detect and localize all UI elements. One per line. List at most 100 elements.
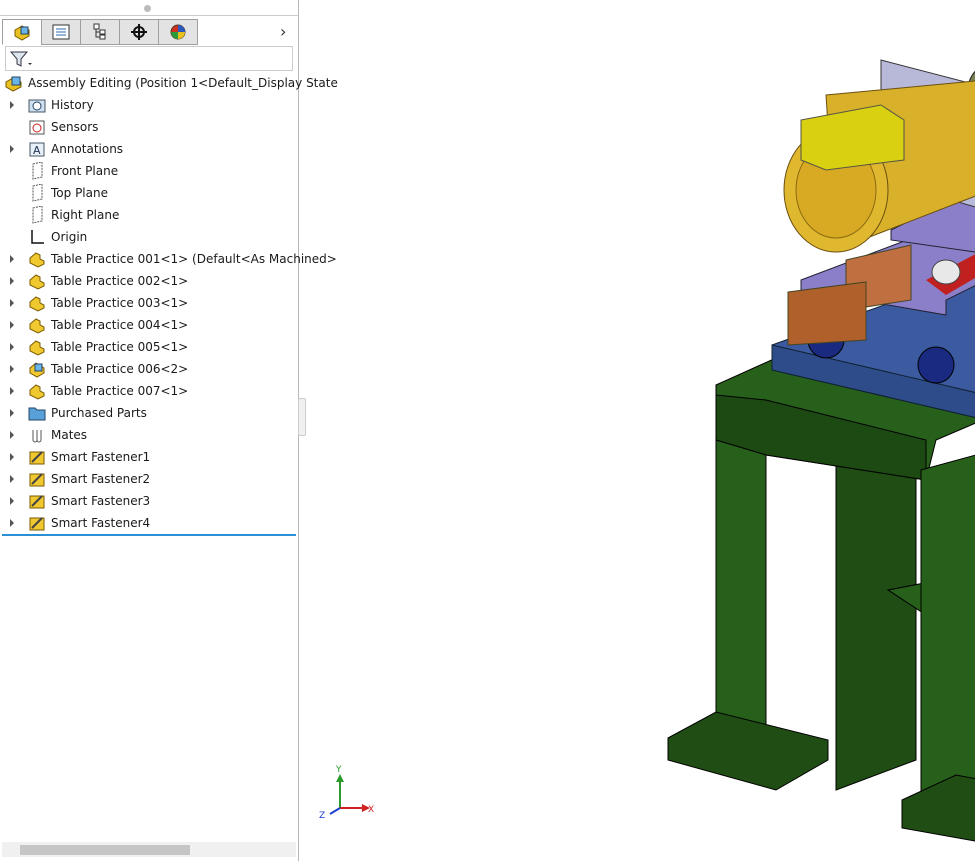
expand-arrow-icon[interactable] bbox=[10, 519, 14, 527]
rollback-bar[interactable] bbox=[2, 534, 296, 536]
tree-item-label: Table Practice 002<1> bbox=[51, 274, 189, 288]
tree-item[interactable]: Origin bbox=[0, 226, 298, 248]
annotations-icon: A bbox=[27, 140, 47, 158]
expand-arrow-icon[interactable] bbox=[10, 255, 14, 263]
expand-arrow-icon[interactable] bbox=[10, 387, 14, 395]
tree-item[interactable]: Sensors bbox=[0, 116, 298, 138]
triad-z-label: Z bbox=[319, 811, 325, 821]
expand-arrow-icon[interactable] bbox=[10, 343, 14, 351]
expand-arrow-icon[interactable] bbox=[10, 365, 14, 373]
triad-x-label: X bbox=[368, 805, 374, 815]
assembly-icon bbox=[4, 74, 24, 92]
expand-arrow-icon[interactable] bbox=[10, 431, 14, 439]
tree-item[interactable]: Smart Fastener1 bbox=[0, 446, 298, 468]
expand-arrow-icon[interactable] bbox=[10, 409, 14, 417]
triad-y-label: Y bbox=[335, 765, 342, 775]
feature-manager-panel: › Assembly Editing (Position 1<Default_D… bbox=[0, 0, 338, 861]
expand-arrow-icon[interactable] bbox=[10, 145, 14, 153]
tree-item[interactable]: Smart Fastener3 bbox=[0, 490, 298, 512]
tree-item[interactable]: A Annotations bbox=[0, 138, 298, 160]
tree-item[interactable]: Front Plane bbox=[0, 160, 298, 182]
tree-item-label: History bbox=[51, 98, 94, 112]
tree-item[interactable]: Table Practice 003<1> bbox=[0, 292, 298, 314]
smart-fastener-icon bbox=[27, 492, 47, 510]
propertymanager-icon bbox=[52, 24, 70, 40]
tree-item[interactable]: Table Practice 006<2> bbox=[0, 358, 298, 380]
displaymanager-icon bbox=[170, 24, 186, 40]
part-icon bbox=[27, 250, 47, 268]
tree-item[interactable]: Table Practice 005<1> bbox=[0, 336, 298, 358]
filter-button[interactable] bbox=[5, 46, 293, 71]
chevron-right-icon[interactable]: › bbox=[280, 22, 286, 41]
tree-item-label: Smart Fastener3 bbox=[51, 494, 151, 508]
tree-item-label: Sensors bbox=[51, 120, 99, 134]
tree-item-label: Annotations bbox=[51, 142, 124, 156]
part-icon bbox=[27, 294, 47, 312]
panel-grip[interactable] bbox=[144, 5, 151, 12]
smart-fastener-icon bbox=[27, 514, 47, 532]
expand-arrow-icon[interactable] bbox=[10, 453, 14, 461]
expand-arrow-icon[interactable] bbox=[10, 299, 14, 307]
part-icon bbox=[27, 338, 47, 356]
tree-item-label: Smart Fastener4 bbox=[51, 516, 151, 530]
expand-arrow-icon[interactable] bbox=[10, 321, 14, 329]
expand-arrow-icon[interactable] bbox=[10, 497, 14, 505]
configurationmanager-tab[interactable] bbox=[80, 19, 120, 45]
tree-item[interactable]: Right Plane bbox=[0, 204, 298, 226]
origin-icon bbox=[27, 228, 47, 246]
tree-item[interactable]: Mates bbox=[0, 424, 298, 446]
horizontal-scrollbar[interactable] bbox=[2, 842, 296, 857]
tree-item[interactable]: Table Practice 007<1> bbox=[0, 380, 298, 402]
displaymanager-tab[interactable] bbox=[158, 19, 198, 45]
smart-fastener-icon bbox=[27, 448, 47, 466]
tree-item[interactable]: History bbox=[0, 94, 298, 116]
expand-arrow-icon[interactable] bbox=[10, 101, 14, 109]
tree-item-label: Table Practice 003<1> bbox=[51, 296, 189, 310]
svg-text:A: A bbox=[33, 144, 41, 157]
tree-item-label: Table Practice 004<1> bbox=[51, 318, 189, 332]
folder-icon bbox=[27, 404, 47, 422]
dimxpertmanager-icon bbox=[131, 24, 147, 40]
tree-item-label: Table Practice 006<2> bbox=[51, 362, 189, 376]
tree-item-label: Purchased Parts bbox=[51, 406, 147, 420]
mates-icon bbox=[27, 426, 47, 444]
part-icon bbox=[27, 382, 47, 400]
plane-icon bbox=[27, 162, 47, 180]
tree-item[interactable]: Smart Fastener2 bbox=[0, 468, 298, 490]
tree-item-label: Mates bbox=[51, 428, 88, 442]
dimxpertmanager-tab[interactable] bbox=[119, 19, 159, 45]
part-icon bbox=[27, 316, 47, 334]
sensors-icon bbox=[27, 118, 47, 136]
tree-item-label: Smart Fastener1 bbox=[51, 450, 151, 464]
tree-item-label: Table Practice 001<1> (Default<As Machin… bbox=[51, 252, 337, 266]
divider bbox=[0, 15, 298, 16]
tree-item[interactable]: Table Practice 002<1> bbox=[0, 270, 298, 292]
tree-item[interactable]: Top Plane bbox=[0, 182, 298, 204]
tree-root-label: Assembly Editing (Position 1<Default_Dis… bbox=[28, 76, 338, 90]
filter-icon bbox=[9, 51, 32, 67]
assembly-model: Y X Z bbox=[319, 59, 975, 842]
manager-tabs bbox=[2, 19, 198, 45]
expand-arrow-icon[interactable] bbox=[10, 277, 14, 285]
tree-item-label: Front Plane bbox=[51, 164, 119, 178]
tree-item-label: Top Plane bbox=[51, 186, 108, 200]
history-folder-icon bbox=[27, 96, 47, 114]
tree-item[interactable]: Table Practice 004<1> bbox=[0, 314, 298, 336]
plane-icon bbox=[27, 206, 47, 224]
tree-item-label: Smart Fastener2 bbox=[51, 472, 151, 486]
tree-item-label: Right Plane bbox=[51, 208, 120, 222]
subassembly-icon bbox=[27, 360, 47, 378]
tree-item[interactable]: Table Practice 001<1> (Default<As Machin… bbox=[0, 248, 337, 270]
smart-fastener-icon bbox=[27, 470, 47, 488]
graphics-viewport[interactable]: Y X Z bbox=[306, 0, 975, 861]
panel-splitter[interactable] bbox=[298, 398, 306, 436]
coordinate-triad: Y X Z bbox=[319, 765, 374, 821]
tree-item[interactable]: Smart Fastener4 bbox=[0, 512, 298, 534]
tree-item-label: Origin bbox=[51, 230, 88, 244]
plane-icon bbox=[27, 184, 47, 202]
tree-item[interactable]: Purchased Parts bbox=[0, 402, 298, 424]
expand-arrow-icon[interactable] bbox=[10, 475, 14, 483]
featuremanager-tab[interactable] bbox=[2, 19, 42, 45]
scrollbar-thumb[interactable] bbox=[20, 845, 190, 855]
propertymanager-tab[interactable] bbox=[41, 19, 81, 45]
